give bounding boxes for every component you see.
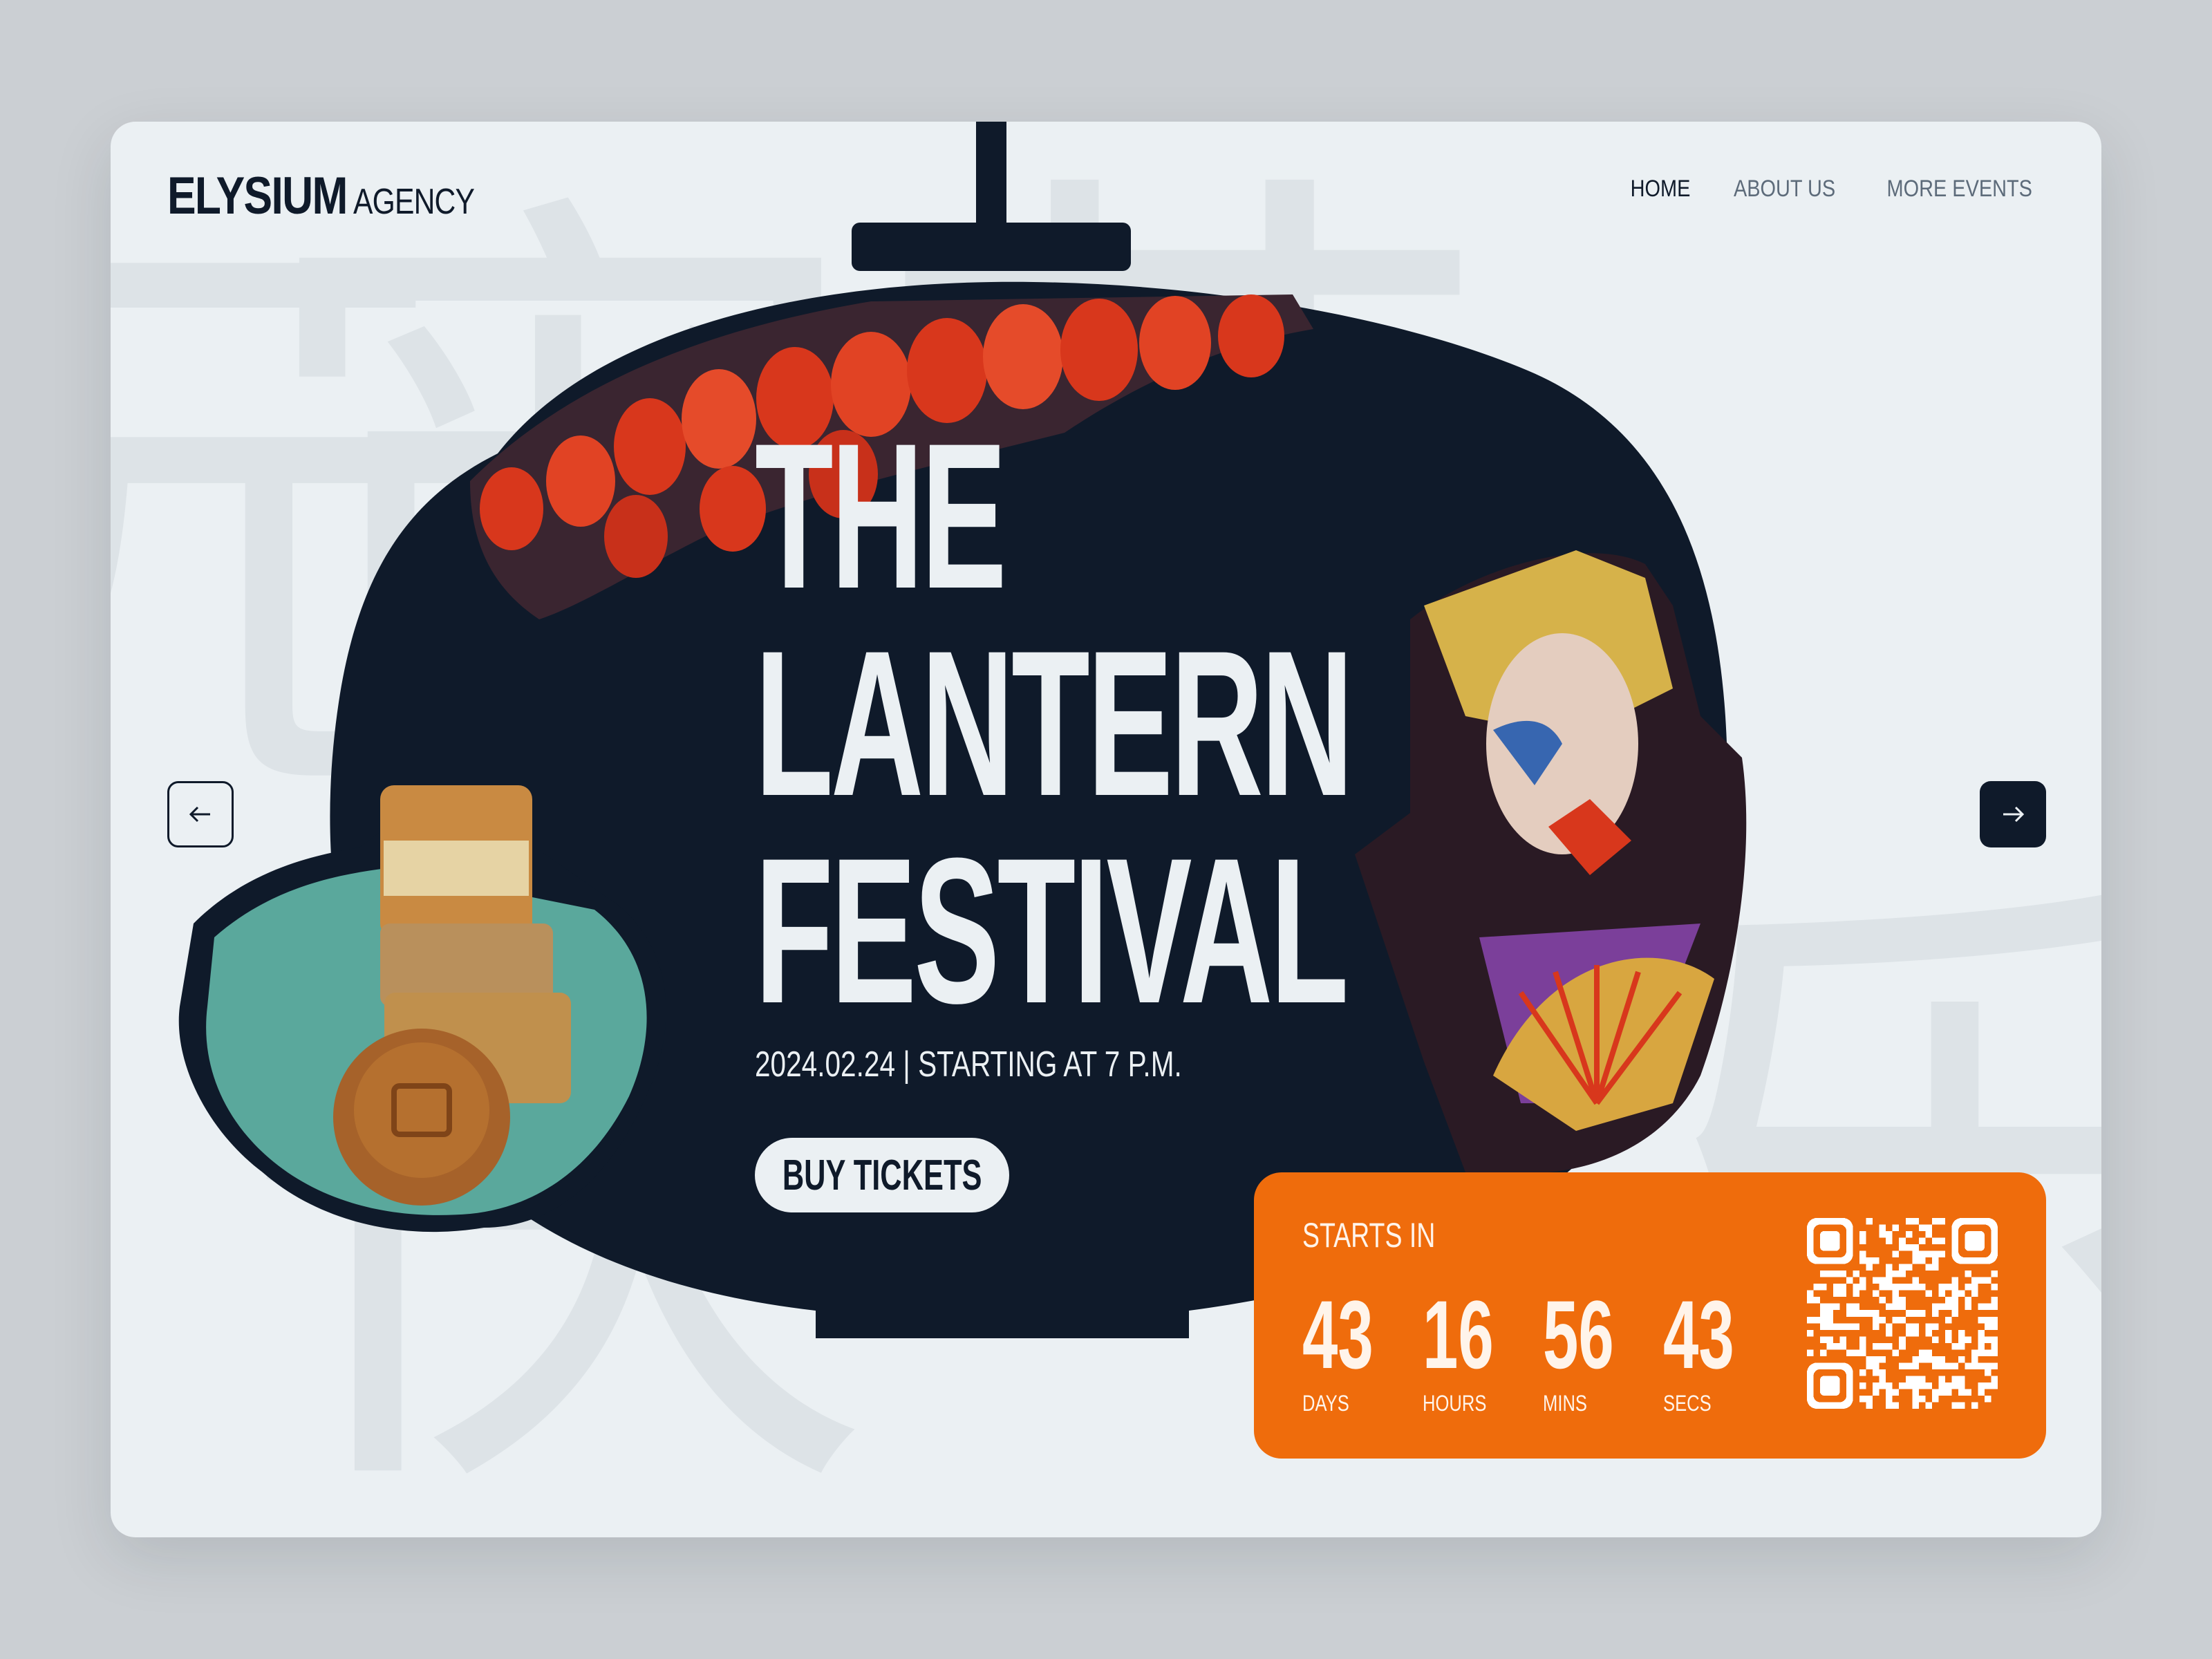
countdown-caption: HOURS [1423,1391,1487,1416]
countdown-value: 43 [1302,1280,1374,1389]
countdown-caption: SECS [1663,1391,1712,1416]
arrow-left-icon [189,806,210,823]
event-date: 2024.02.24 | STARTING AT 7 P.M. [755,1044,1182,1085]
countdown-hours: 16 HOURS [1423,1280,1543,1416]
arrow-right-icon [2003,806,2025,823]
countdown-days: 43 DAYS [1302,1280,1423,1416]
main-nav: HOME ABOUT US MORE EVENTS [1625,176,2045,203]
countdown-label: STARTS IN [1302,1216,1436,1255]
hero-title-line: LANTERN [755,607,1353,839]
countdown-value: 56 [1543,1280,1614,1389]
hero-title-line: THE [755,400,1007,632]
countdown-value: 16 [1423,1280,1494,1389]
lantern-top-cap [852,223,1131,271]
landing-page: 元 宵 节 快 乐 [111,122,2101,1537]
brand-name: ELYSIUM [167,167,348,225]
countdown-panel: STARTS IN 43 DAYS 16 HOURS 56 MINS 43 SE… [1254,1172,2046,1459]
countdown-units: 43 DAYS 16 HOURS 56 MINS 43 SECS [1302,1280,1783,1416]
carousel-prev-button[interactable] [167,781,234,847]
countdown-mins: 56 MINS [1543,1280,1663,1416]
buy-tickets-label: BUY TICKETS [782,1151,982,1199]
buy-tickets-button[interactable]: BUY TICKETS [755,1138,1009,1212]
brand-tagline: AGENCY [353,182,475,222]
countdown-caption: MINS [1543,1391,1587,1416]
countdown-value: 43 [1663,1280,1734,1389]
brand-logo[interactable]: ELYSIUM AGENCY [167,166,500,226]
hero-title: THE LANTERN FESTIVAL [755,400,1353,1047]
carousel-next-button[interactable] [1980,781,2046,847]
countdown-secs: 43 SECS [1663,1280,1783,1416]
lantern-string [976,122,1006,225]
nav-item-about-us[interactable]: ABOUT US [1734,176,1835,203]
nav-item-more-events[interactable]: MORE EVENTS [1886,176,2032,203]
nav-item-home[interactable]: HOME [1631,176,1691,203]
hero-title-line: FESTIVAL [755,814,1349,1047]
countdown-caption: DAYS [1302,1391,1349,1416]
qr-code-icon[interactable] [1807,1218,1998,1409]
